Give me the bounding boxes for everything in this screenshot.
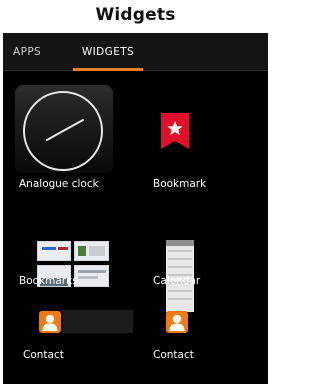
widget-label: Bookmarks xyxy=(19,275,78,287)
contact-icon xyxy=(166,311,188,333)
tab-apps[interactable]: APPS xyxy=(13,33,53,71)
analogue-clock-icon xyxy=(23,91,103,171)
widget-label: Calendar xyxy=(153,275,201,287)
page-title: Widgets xyxy=(95,5,176,25)
bookmark-icon xyxy=(161,113,189,149)
tab-selected-indicator xyxy=(73,68,143,71)
phone-screen: APPS WIDGETS Analogue clock Bookmark Boo… xyxy=(3,33,268,384)
contact-icon xyxy=(39,311,61,333)
widget-label: Analogue clock xyxy=(19,178,99,190)
widget-label: Contact xyxy=(23,349,64,361)
widget-label: Contact xyxy=(153,349,194,361)
tab-widgets[interactable]: WIDGETS xyxy=(73,33,143,71)
widget-label: Bookmark xyxy=(153,178,207,190)
tab-bar: APPS WIDGETS xyxy=(3,33,268,71)
contact-widget-bar xyxy=(63,310,133,333)
